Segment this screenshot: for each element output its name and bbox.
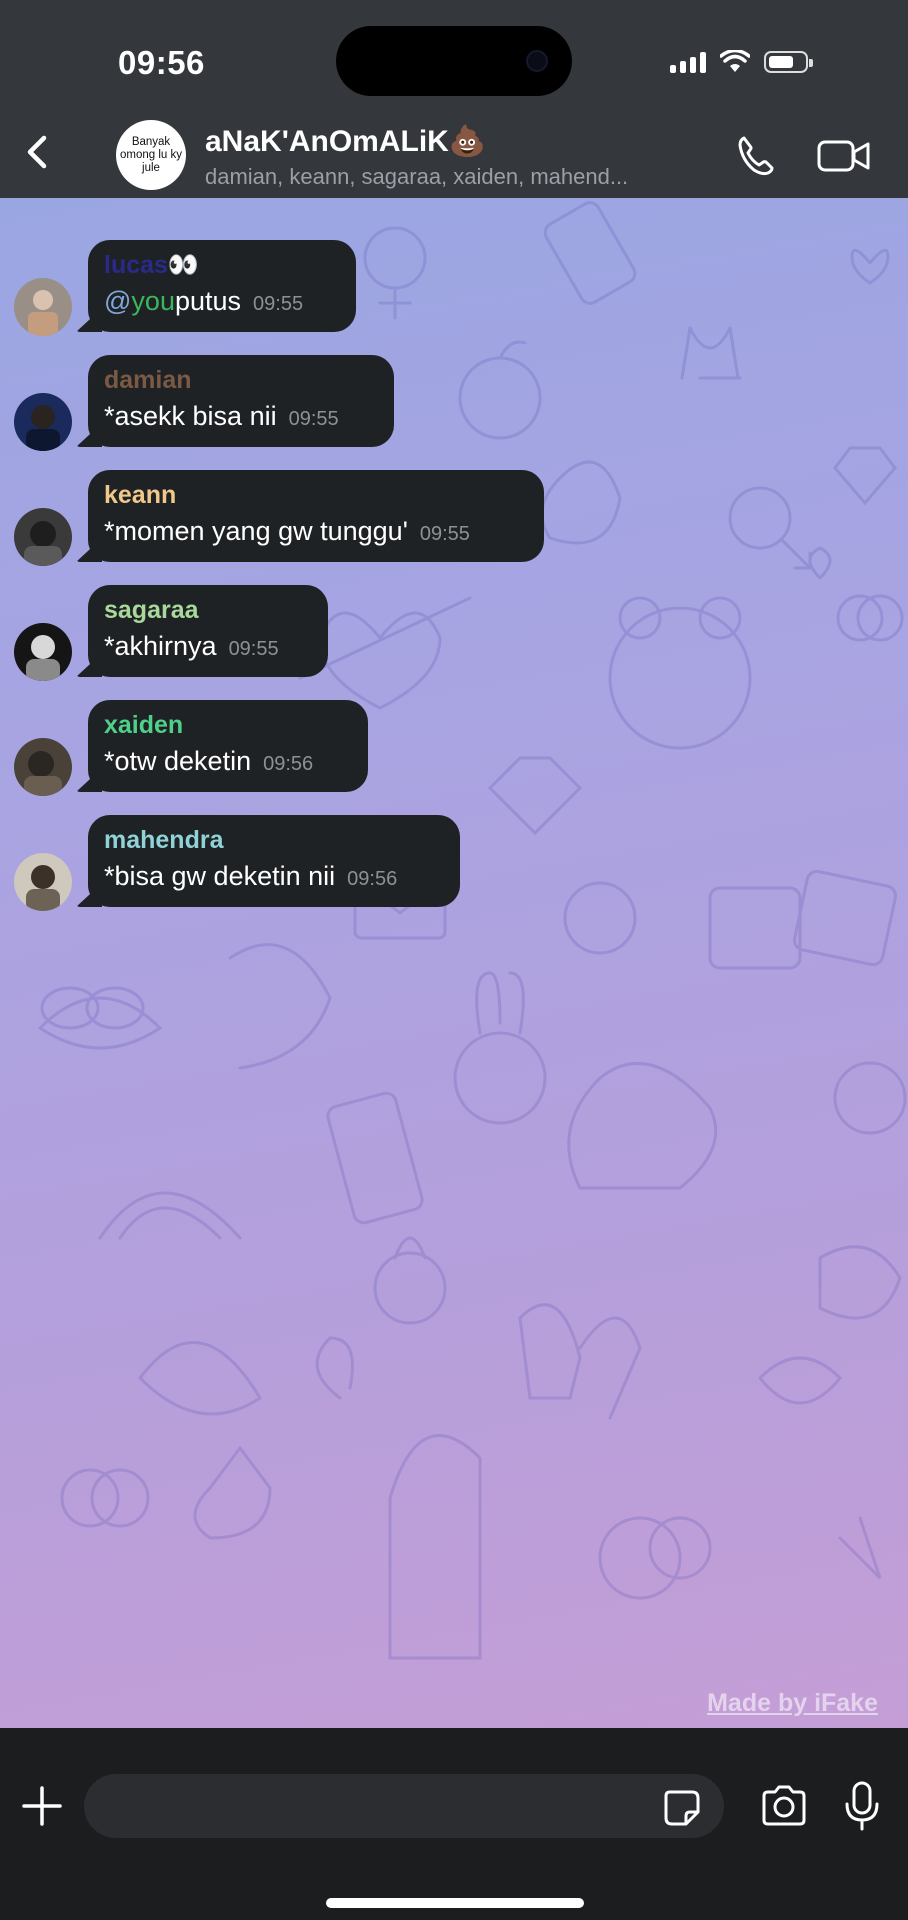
- message-bubble[interactable]: damian *asekk bisa nii 09:55: [88, 355, 394, 447]
- message-text: *momen yang gw tunggu': [104, 516, 408, 546]
- input-bar: [0, 1728, 908, 1920]
- video-camera-icon[interactable]: [816, 134, 872, 178]
- message-time: 09:55: [288, 408, 339, 430]
- home-indicator[interactable]: [326, 1898, 584, 1908]
- message-time: 09:55: [253, 293, 304, 315]
- sender-name: mahendra: [104, 826, 224, 854]
- status-time: 09:56: [118, 44, 205, 81]
- microphone-icon[interactable]: [842, 1780, 882, 1832]
- message-bubble[interactable]: lucas👀 @ you putus 09:55: [88, 240, 356, 332]
- message-input[interactable]: [84, 1774, 724, 1838]
- battery-icon: [764, 51, 813, 73]
- message-bubble[interactable]: mahendra *bisa gw deketin nii 09:56: [88, 815, 460, 907]
- message-time: 09:55: [228, 638, 279, 660]
- chat-area[interactable]: lucas👀 @ you putus 09:55 damian *asekk bi…: [0, 198, 908, 1728]
- sender-avatar[interactable]: [14, 853, 72, 911]
- message-text-line: *akhirnya 09:55: [104, 631, 308, 662]
- sender-avatar[interactable]: [14, 738, 72, 796]
- message-text-line: *asekk bisa nii 09:55: [104, 401, 374, 432]
- front-camera: [526, 50, 548, 72]
- sender-name: sagaraa: [104, 596, 199, 624]
- watermark: Made by iFake: [707, 1689, 878, 1717]
- dynamic-island: [336, 26, 572, 96]
- message-bubble[interactable]: keann *momen yang gw tunggu' 09:55: [88, 470, 544, 562]
- message-text-line: *bisa gw deketin nii 09:56: [104, 861, 440, 892]
- sender-avatar[interactable]: [14, 278, 72, 336]
- message-text: *bisa gw deketin nii: [104, 861, 336, 891]
- message-text-line: *momen yang gw tunggu' 09:55: [104, 516, 524, 547]
- wifi-icon: [720, 50, 750, 72]
- camera-icon[interactable]: [760, 1784, 808, 1828]
- sticker-icon[interactable]: [662, 1788, 702, 1828]
- message-time: 09:56: [347, 868, 398, 890]
- message-row[interactable]: keann *momen yang gw tunggu' 09:55: [0, 470, 908, 566]
- signal-icon: [670, 51, 706, 73]
- message-text: *akhirnya: [104, 631, 217, 661]
- sender-avatar[interactable]: [14, 508, 72, 566]
- sender-name: keann: [104, 481, 177, 509]
- message-row[interactable]: mahendra *bisa gw deketin nii 09:56: [0, 815, 908, 911]
- mention-at: @: [104, 286, 132, 316]
- message-time: 09:55: [419, 523, 470, 545]
- status-icons: [670, 50, 813, 74]
- sender-avatar[interactable]: [14, 623, 72, 681]
- chat-members[interactable]: damian, keann, sagaraa, xaiden, mahend..…: [205, 164, 715, 190]
- sender-name: xaiden: [104, 711, 184, 739]
- sender-name: lucas👀: [104, 251, 200, 279]
- sender-name: damian: [104, 366, 192, 394]
- group-avatar[interactable]: Banyak omong lu ky jule: [116, 120, 186, 190]
- plus-icon[interactable]: [18, 1782, 66, 1830]
- message-text: putus: [174, 286, 242, 316]
- message-row[interactable]: lucas👀 @ you putus 09:55: [0, 240, 908, 336]
- message-row[interactable]: xaiden *otw deketin 09:56: [0, 700, 908, 796]
- message-time: 09:56: [263, 753, 314, 775]
- message-bubble[interactable]: xaiden *otw deketin 09:56: [88, 700, 368, 792]
- message-row[interactable]: sagaraa *akhirnya 09:55: [0, 585, 908, 681]
- phone-icon[interactable]: [732, 132, 780, 180]
- message-text: *asekk bisa nii: [104, 401, 277, 431]
- sender-avatar[interactable]: [14, 393, 72, 451]
- top-bar: 09:56 Banyak omong lu ky jule aNaK'AnOmA…: [0, 0, 908, 198]
- back-chevron-icon[interactable]: [14, 128, 62, 176]
- message-text-line: *otw deketin 09:56: [104, 746, 348, 777]
- mention-you[interactable]: you: [131, 286, 175, 317]
- status-bar: 09:56: [0, 0, 908, 120]
- message-bubble[interactable]: sagaraa *akhirnya 09:55: [88, 585, 328, 677]
- chat-title[interactable]: aNaK'AnOmALiK💩: [205, 124, 486, 159]
- group-avatar-text: Banyak omong lu ky jule: [120, 135, 183, 174]
- message-text-line: @ you putus 09:55: [104, 286, 336, 317]
- chat-header: Banyak omong lu ky jule aNaK'AnOmALiK💩 d…: [0, 112, 908, 198]
- message-text: *otw deketin: [104, 746, 252, 776]
- message-row[interactable]: damian *asekk bisa nii 09:55: [0, 355, 908, 451]
